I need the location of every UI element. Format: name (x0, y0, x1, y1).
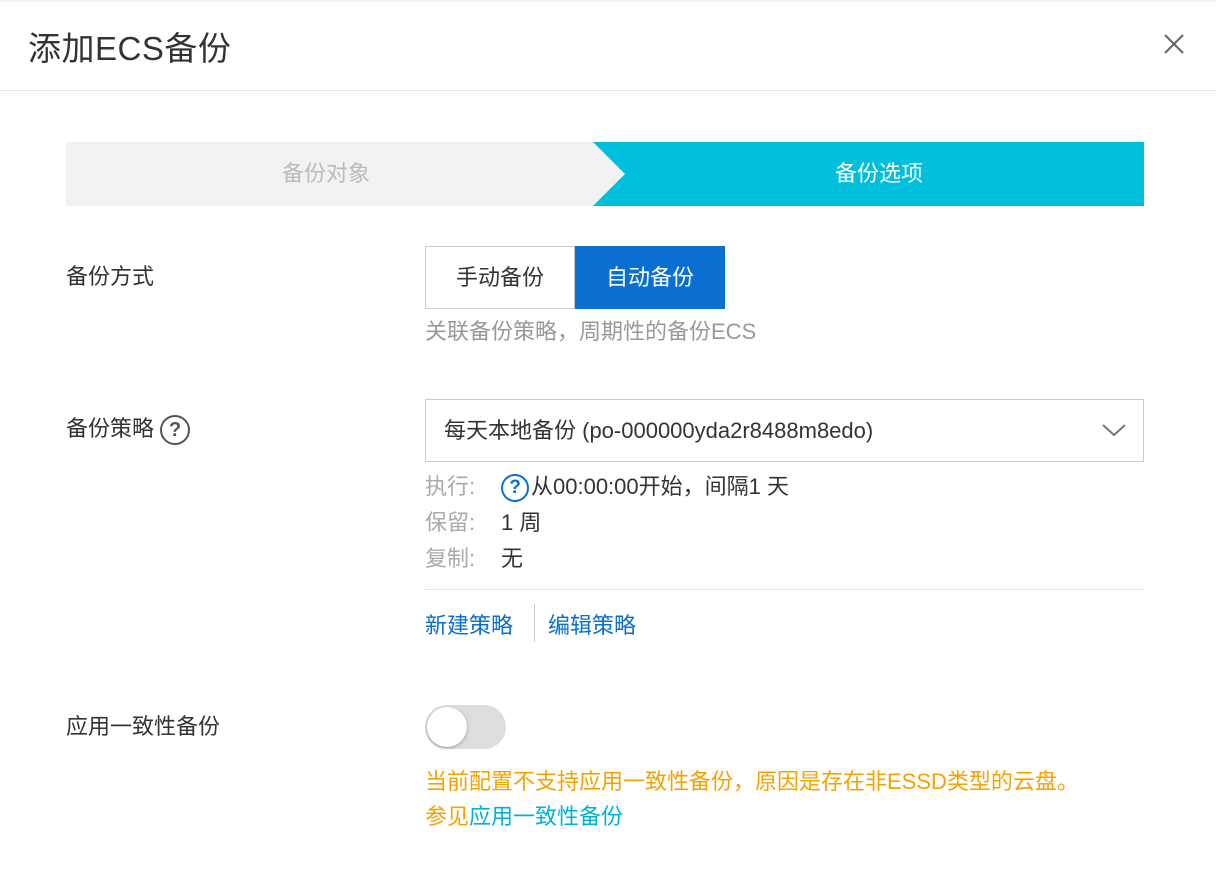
app-consistent-doc-link[interactable]: 应用一致性备份 (469, 804, 623, 829)
backup-policy-label: 备份策略 (66, 416, 155, 441)
copy-key: 复制: (425, 546, 476, 571)
copy-value: 无 (501, 546, 524, 571)
retain-key: 保留: (425, 510, 476, 535)
question-circle-icon[interactable]: ? (160, 415, 191, 446)
close-icon[interactable] (1160, 30, 1188, 58)
see-also-prefix: 参见 (425, 804, 470, 829)
policy-selected-value: 每天本地备份 (po-000000yda2r8488m8edo) (444, 418, 874, 443)
exec-value: 从00:00:00开始，间隔1 天 (531, 474, 789, 499)
link-separator (534, 604, 535, 642)
dialog-header: 添加ECS备份 (0, 0, 1216, 91)
wizard-steps: 备份对象 备份选项 (66, 142, 1144, 206)
question-circle-icon[interactable]: ? (501, 474, 529, 503)
edit-policy-link[interactable]: 编辑策略 (548, 608, 636, 640)
app-consistent-switch[interactable] (425, 705, 506, 749)
policy-divider (425, 589, 1144, 590)
backup-mode-hint: 关联备份策略，周期性的备份ECS (425, 319, 757, 344)
policy-copy-row: 复制: 无 (425, 544, 523, 574)
backup-policy-select[interactable]: 每天本地备份 (po-000000yda2r8488m8edo) (425, 399, 1144, 462)
exec-key: 执行: (425, 474, 476, 499)
app-consistent-warning: 当前配置不支持应用一致性备份，原因是存在非ESSD类型的云盘。 (425, 769, 1079, 794)
dialog-title: 添加ECS备份 (28, 30, 232, 67)
policy-retain-row: 保留: 1 周 (425, 508, 541, 538)
new-policy-link[interactable]: 新建策略 (425, 608, 513, 640)
step-backup-object: 备份对象 (281, 161, 370, 186)
chevron-down-icon (1102, 424, 1126, 437)
app-consistent-label: 应用一致性备份 (66, 714, 221, 739)
switch-knob (427, 707, 467, 747)
step-backup-options: 备份选项 (834, 161, 923, 186)
retain-value: 1 周 (501, 510, 542, 535)
app-consistent-see-also: 参见应用一致性备份 (425, 799, 623, 831)
backup-policy-label-row: 备份策略 ? (66, 411, 191, 446)
auto-backup-button[interactable]: 自动备份 (575, 246, 725, 309)
policy-exec-row: 执行:? 从00:00:00开始，间隔1 天 (425, 472, 789, 503)
backup-mode-label: 备份方式 (66, 264, 155, 289)
manual-backup-button[interactable]: 手动备份 (425, 246, 575, 309)
